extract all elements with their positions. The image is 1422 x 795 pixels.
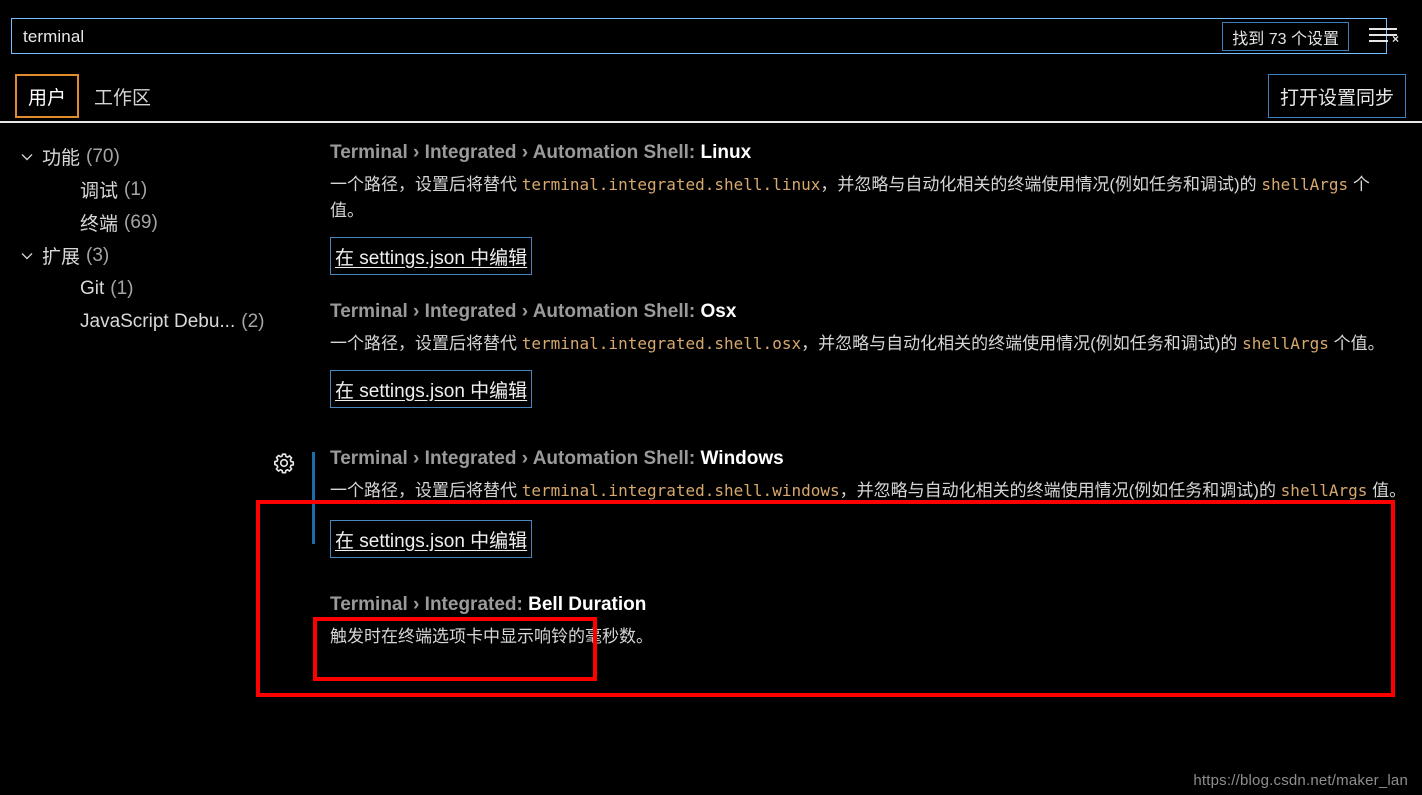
toc-item-git[interactable]: Git (1) xyxy=(0,272,300,305)
desc-part-1: 一个路径，设置后将替代 xyxy=(330,334,522,353)
toc-label: 调试 xyxy=(80,181,119,202)
filter-clear-icon: × xyxy=(1369,27,1399,45)
setting-row[interactable]: Terminal › Integrated › Automation Shell… xyxy=(312,299,1412,408)
chevron-down-icon[interactable] xyxy=(20,150,40,164)
edit-link-label: 在 settings.json 中编辑 xyxy=(335,530,528,552)
desc-code-2: shellArgs xyxy=(1261,175,1349,194)
toc-item-javascript-debugger[interactable]: JavaScript Debu... (2) xyxy=(0,305,300,338)
setting-row[interactable]: Terminal › Integrated › Automation Shell… xyxy=(312,140,1412,275)
settings-toc: 功能 (70) 调试 (1) 终端 (69) 扩展 (3) Git (1) Ja… xyxy=(0,140,300,338)
setting-title-leaf: Linux xyxy=(700,142,752,163)
toc-count: (69) xyxy=(124,211,158,233)
watermark: https://blog.csdn.net/maker_lan xyxy=(1193,772,1408,789)
desc-part-2: ，并忽略与自动化相关的终端使用情况(例如任务和调试)的 xyxy=(801,334,1243,353)
edit-link-label: 在 settings.json 中编辑 xyxy=(335,380,528,402)
toc-count: (70) xyxy=(86,145,120,167)
chevron-down-icon[interactable] xyxy=(20,249,40,263)
desc-part-1: 一个路径，设置后将替代 xyxy=(330,175,522,194)
setting-row[interactable]: Terminal › Integrated: Bell Duration 触发时… xyxy=(312,592,1412,650)
edit-in-settings-json-link[interactable]: 在 settings.json 中编辑 xyxy=(330,520,533,558)
setting-row-focused[interactable]: Terminal › Integrated › Automation Shell… xyxy=(274,446,1412,558)
gear-icon[interactable] xyxy=(273,452,295,474)
desc-part-3: 值。 xyxy=(1367,481,1407,500)
toc-count: (3) xyxy=(86,244,110,266)
edit-in-settings-json-link[interactable]: 在 settings.json 中编辑 xyxy=(330,237,533,275)
setting-title-leaf: Windows xyxy=(700,448,784,469)
settings-editor: terminal 找到 73 个设置 × 用户 工作区 打开设置同步 功能 (7… xyxy=(0,0,1422,795)
tab-user[interactable]: 用户 xyxy=(15,74,80,118)
focus-accent-bar xyxy=(312,452,315,544)
setting-title: Terminal › Integrated: Bell Duration xyxy=(330,592,1412,618)
filter-settings-button[interactable]: × xyxy=(1362,20,1406,52)
edit-link-label: 在 settings.json 中编辑 xyxy=(335,247,528,269)
setting-title-leaf: Bell Duration xyxy=(528,594,647,615)
desc-code-1: terminal.integrated.shell.osx xyxy=(521,334,802,353)
desc-code-2: shellArgs xyxy=(1242,334,1329,353)
desc-code-1: terminal.integrated.shell.windows xyxy=(521,481,840,500)
tab-workspace-label: 工作区 xyxy=(94,87,152,109)
setting-description: 触发时在终端选项卡中显示响铃的毫秒数。 xyxy=(330,624,1400,650)
edit-in-settings-json-wrap: 在 settings.json 中编辑 xyxy=(330,237,533,275)
toc-label: JavaScript Debu... xyxy=(80,310,236,332)
setting-title: Terminal › Integrated › Automation Shell… xyxy=(330,446,1412,472)
edit-in-settings-json-wrap: 在 settings.json 中编辑 xyxy=(330,370,533,408)
setting-description: 一个路径，设置后将替代 terminal.integrated.shell.li… xyxy=(330,172,1400,224)
toc-label: 终端 xyxy=(80,214,119,235)
setting-title-prefix: Terminal › Integrated › Automation Shell… xyxy=(330,301,701,322)
sync-button-label: 打开设置同步 xyxy=(1279,87,1394,109)
desc-code-2: shellArgs xyxy=(1280,481,1368,500)
edit-in-settings-json-link[interactable]: 在 settings.json 中编辑 xyxy=(330,370,533,408)
desc-part-2: ，并忽略与自动化相关的终端使用情况(例如任务和调试)的 xyxy=(820,175,1262,194)
toc-item-extensions[interactable]: 扩展 (3) xyxy=(0,239,300,272)
settings-list: Terminal › Integrated › Automation Shell… xyxy=(274,140,1412,656)
desc-part-1: 一个路径，设置后将替代 xyxy=(330,481,522,500)
setting-title-prefix: Terminal › Integrated: xyxy=(330,594,529,615)
search-row: terminal 找到 73 个设置 × xyxy=(0,0,1422,62)
settings-tabs: 用户 工作区 打开设置同步 xyxy=(0,62,1422,123)
toc-count: (1) xyxy=(110,277,134,299)
results-count-badge: 找到 73 个设置 xyxy=(1222,22,1349,51)
setting-title: Terminal › Integrated › Automation Shell… xyxy=(330,140,1412,166)
toc-label: Git xyxy=(80,277,105,299)
toc-label: 功能 xyxy=(42,148,81,169)
setting-title-prefix: Terminal › Integrated › Automation Shell… xyxy=(330,142,701,163)
tab-workspace[interactable]: 工作区 xyxy=(83,74,162,118)
toc-label: 扩展 xyxy=(42,247,81,268)
setting-description: 一个路径，设置后将替代 terminal.integrated.shell.wi… xyxy=(330,478,1412,504)
desc-code-1: terminal.integrated.shell.linux xyxy=(521,175,821,194)
setting-title-leaf: Osx xyxy=(700,301,737,322)
search-input-value[interactable]: terminal xyxy=(12,28,84,45)
toc-item-features[interactable]: 功能 (70) xyxy=(0,140,300,173)
tab-user-label: 用户 xyxy=(28,87,67,109)
edit-in-settings-json-wrap: 在 settings.json 中编辑 xyxy=(330,520,533,558)
setting-title: Terminal › Integrated › Automation Shell… xyxy=(330,299,1412,325)
desc-part-1: 触发时在终端选项卡中显示响铃的毫秒数。 xyxy=(330,627,653,646)
search-input[interactable]: terminal xyxy=(11,18,1387,54)
setting-title-prefix: Terminal › Integrated › Automation Shell… xyxy=(330,448,701,469)
toc-count: (2) xyxy=(241,310,265,332)
toc-item-debug[interactable]: 调试 (1) xyxy=(0,173,300,206)
setting-description: 一个路径，设置后将替代 terminal.integrated.shell.os… xyxy=(330,331,1400,357)
toc-count: (1) xyxy=(124,178,148,200)
turn-on-settings-sync-button[interactable]: 打开设置同步 xyxy=(1267,74,1406,118)
desc-part-2: ，并忽略与自动化相关的终端使用情况(例如任务和调试)的 xyxy=(839,481,1281,500)
toc-item-terminal[interactable]: 终端 (69) xyxy=(0,206,300,239)
desc-part-3: 个值。 xyxy=(1328,334,1385,353)
